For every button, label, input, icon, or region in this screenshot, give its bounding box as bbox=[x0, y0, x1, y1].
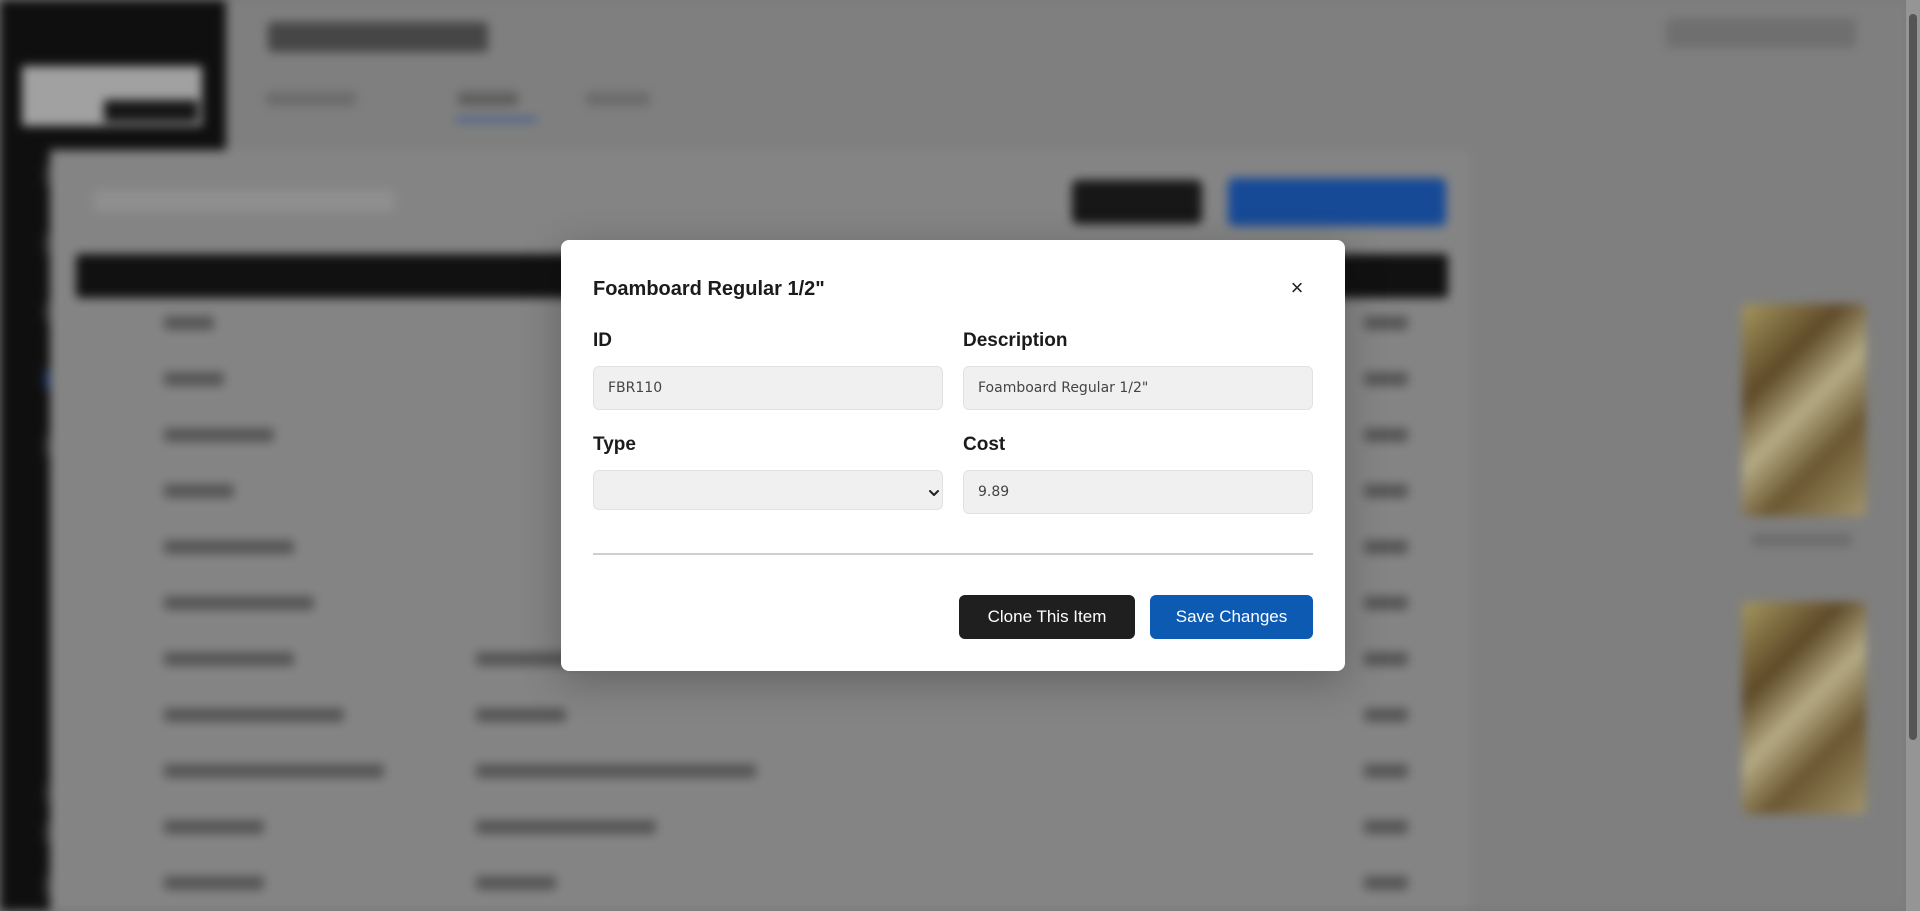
description-label: Description bbox=[963, 330, 1068, 351]
cost-field[interactable] bbox=[963, 470, 1313, 514]
modal-title: Foamboard Regular 1/2" bbox=[593, 278, 825, 300]
edit-item-modal: Foamboard Regular 1/2" × ID Description … bbox=[561, 240, 1345, 671]
modal-divider bbox=[593, 553, 1313, 555]
description-field[interactable] bbox=[963, 366, 1313, 410]
type-label: Type bbox=[593, 434, 636, 455]
save-changes-button[interactable]: Save Changes bbox=[1150, 595, 1313, 639]
id-label: ID bbox=[593, 330, 612, 351]
close-icon[interactable]: × bbox=[1283, 274, 1311, 302]
cost-label: Cost bbox=[963, 434, 1006, 455]
clone-item-button[interactable]: Clone This Item bbox=[959, 595, 1135, 639]
type-select[interactable] bbox=[593, 470, 943, 510]
id-field[interactable] bbox=[593, 366, 943, 410]
